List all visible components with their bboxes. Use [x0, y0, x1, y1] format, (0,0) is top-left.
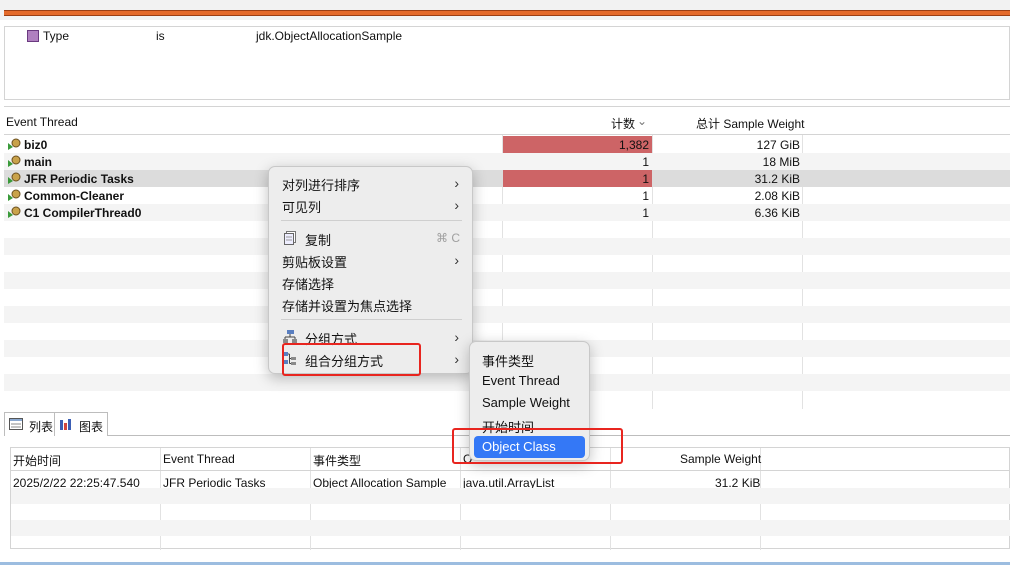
menu-separator [281, 319, 462, 320]
submenu-item-label: Sample Weight [482, 395, 570, 410]
empty-row [4, 221, 1010, 238]
thread-name: main [24, 155, 53, 169]
menu-item-store-and-focus[interactable]: 存储并设置为焦点选择 [269, 293, 472, 315]
chevron-right-icon: › [454, 197, 459, 213]
tab-list[interactable]: 列表 [4, 412, 59, 436]
top-toolbar [0, 0, 1010, 20]
copy-shortcut: ⌘ C [436, 231, 460, 245]
column-header-event-thread[interactable]: Event Thread [163, 452, 235, 466]
empty-row [4, 289, 1010, 306]
thread-icon [8, 206, 21, 218]
table-row[interactable]: biz0 1,382 127 GiB [4, 136, 1010, 153]
empty-row [4, 238, 1010, 255]
filter-field[interactable]: Type [43, 29, 69, 43]
weight-cell: 18 MiB [762, 155, 800, 169]
chevron-right-icon: › [454, 175, 459, 191]
thread-icon [8, 138, 21, 150]
empty-row [11, 504, 1010, 520]
list-icon [9, 418, 23, 430]
weight-cell: 6.36 KiB [754, 206, 800, 220]
weight-cell: 31.2 KiB [754, 172, 800, 186]
thread-icon [8, 155, 21, 167]
empty-row [11, 520, 1010, 536]
empty-row [4, 272, 1010, 289]
empty-row [4, 323, 1010, 340]
window-bottom-border [0, 562, 1010, 565]
column-header-sample-weight[interactable]: Sample Weight [680, 452, 761, 466]
thread-icon [8, 189, 21, 201]
submenu-item-label: Event Thread [482, 373, 560, 388]
column-header-event-thread[interactable]: Event Thread [6, 115, 78, 129]
empty-row [4, 255, 1010, 272]
menu-item-label: 对列进行排序 [282, 178, 361, 193]
table-row[interactable]: Common-Cleaner 1 2.08 KiB [4, 187, 1010, 204]
table-row[interactable]: 2025/2/22 22:25:47.540 JFR Periodic Task… [11, 472, 1010, 490]
count-cell: 1 [503, 170, 652, 187]
menu-item-sort-columns[interactable]: 对列进行排序 › [269, 172, 472, 194]
thread-name: Common-Cleaner [24, 189, 125, 203]
menu-separator [281, 220, 462, 221]
thread-name: C1 CompilerThread0 [24, 206, 142, 220]
menu-item-clipboard-settings[interactable]: 剪贴板设置 › [269, 249, 472, 271]
empty-row [11, 488, 1010, 504]
chevron-right-icon: › [454, 329, 459, 345]
chevron-right-icon: › [454, 252, 459, 268]
menu-item-copy[interactable]: 复制 ⌘ C [269, 227, 472, 249]
table-header: Event Thread 计数 ⌄ 总计 Sample Weight [4, 107, 1010, 135]
menu-item-visible-columns[interactable]: 可见列 › [269, 194, 472, 216]
filter-type-icon [27, 30, 39, 42]
thread-name: JFR Periodic Tasks [24, 172, 134, 186]
submenu-item-sample-weight[interactable]: Sample Weight [470, 392, 589, 414]
table-row[interactable]: C1 CompilerThread0 1 6.36 KiB [4, 204, 1010, 221]
tab-chart[interactable]: 图表 [54, 412, 109, 436]
annotation-box-combined-group [282, 343, 421, 376]
menu-item-label: 存储选择 [282, 277, 335, 292]
table-row[interactable]: main 1 18 MiB [4, 153, 1010, 170]
menu-item-label: 剪贴板设置 [282, 255, 348, 270]
menu-item-label: 存储并设置为焦点选择 [282, 299, 413, 314]
column-header-start-time[interactable]: 开始时间 [13, 452, 61, 469]
empty-row [4, 306, 1010, 323]
thread-name: biz0 [24, 138, 48, 152]
tab-chart-label: 图表 [79, 420, 104, 434]
count-cell: 1 [642, 155, 649, 169]
jmc-window: Type is jdk.ObjectAllocationSample Event… [0, 0, 1010, 568]
menu-item-label: 可见列 [282, 200, 322, 215]
filter-panel: Type is jdk.ObjectAllocationSample [4, 26, 1010, 100]
filter-value[interactable]: jdk.ObjectAllocationSample [256, 29, 402, 43]
filter-operator[interactable]: is [156, 29, 165, 43]
column-header-event-type[interactable]: 事件类型 [313, 452, 361, 469]
count-cell: 1 [642, 189, 649, 203]
submenu-item-label: 事件类型 [482, 354, 535, 369]
tab-list-label: 列表 [29, 420, 54, 434]
column-header-count[interactable]: 计数 [611, 115, 635, 132]
thread-icon [8, 172, 21, 184]
bar-chart-icon [59, 418, 73, 430]
column-header-total-sample-weight[interactable]: 总计 Sample Weight [696, 115, 805, 132]
chevron-right-icon: › [454, 351, 459, 367]
sort-descending-icon: ⌄ [637, 114, 648, 128]
submenu-item-event-type[interactable]: 事件类型 [470, 348, 589, 370]
count-cell: 1 [642, 206, 649, 220]
weight-cell: 2.08 KiB [754, 189, 800, 203]
submenu-item-event-thread[interactable]: Event Thread [470, 370, 589, 392]
annotation-box-object-class [452, 428, 623, 464]
progress-bar [4, 10, 1010, 16]
copy-icon [284, 231, 296, 245]
weight-cell: 127 GiB [756, 138, 800, 152]
table-row-selected[interactable]: JFR Periodic Tasks 1 31.2 KiB [4, 170, 1010, 187]
count-cell: 1,382 [503, 136, 652, 153]
menu-item-label: 复制 [305, 233, 332, 248]
menu-item-store-selection[interactable]: 存储选择 [269, 271, 472, 293]
